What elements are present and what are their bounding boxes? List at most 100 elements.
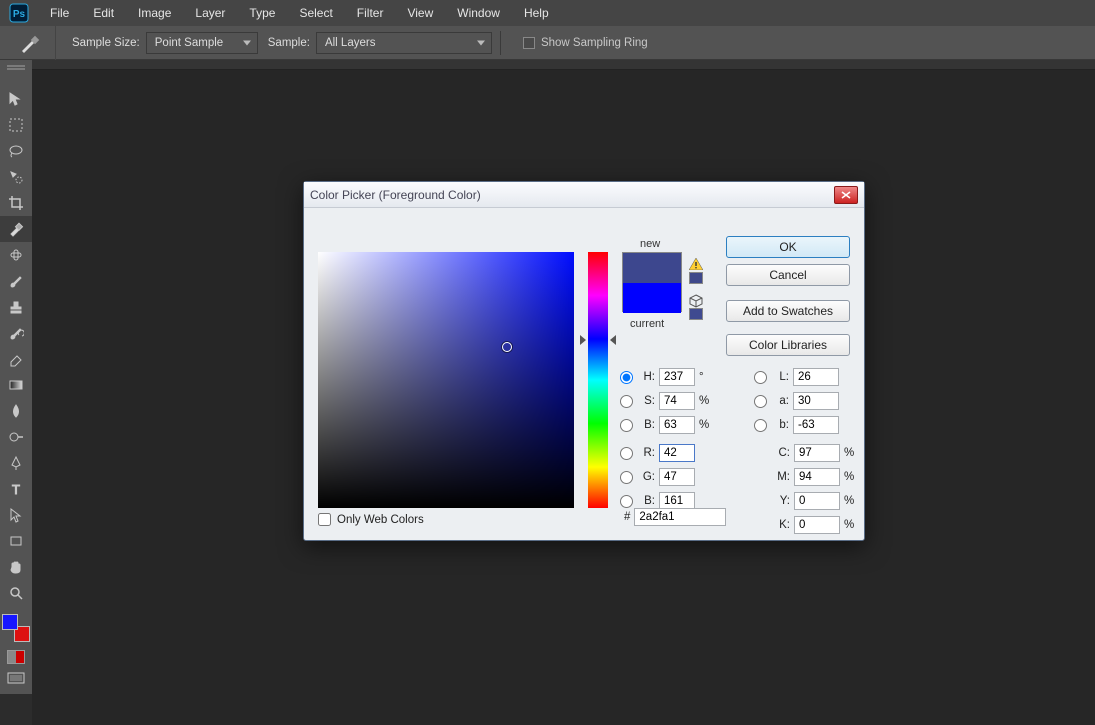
gamut-warning-icon[interactable] xyxy=(689,258,703,270)
menu-file[interactable]: File xyxy=(38,0,81,26)
r-input[interactable] xyxy=(659,444,695,462)
menu-window[interactable]: Window xyxy=(445,0,512,26)
c-input[interactable] xyxy=(794,444,840,462)
ok-button[interactable]: OK xyxy=(726,236,850,258)
current-color-label: current xyxy=(630,318,664,330)
hue-slider[interactable] xyxy=(588,252,608,508)
sample-dropdown[interactable]: All Layers xyxy=(316,32,492,54)
b-radio[interactable] xyxy=(754,419,767,432)
bv-input[interactable] xyxy=(659,416,695,434)
h-radio[interactable] xyxy=(620,371,633,384)
menubar[interactable]: Ps File Edit Image Layer Type Select Fil… xyxy=(0,0,1095,26)
eraser-tool[interactable] xyxy=(0,346,32,372)
foreground-swatch[interactable] xyxy=(2,614,18,630)
menu-type[interactable]: Type xyxy=(237,0,287,26)
g-radio[interactable] xyxy=(620,471,633,484)
color-picker-dialog: Color Picker (Foreground Color) new curr… xyxy=(303,181,865,541)
sample-size-dropdown[interactable]: Point Sample xyxy=(146,32,258,54)
b-label: b: xyxy=(771,419,789,431)
svg-text:T: T xyxy=(12,482,20,497)
add-swatch-button[interactable]: Add to Swatches xyxy=(726,300,850,322)
current-tool-icon[interactable] xyxy=(4,26,56,60)
menu-edit[interactable]: Edit xyxy=(81,0,126,26)
a-radio[interactable] xyxy=(754,395,767,408)
k-unit: % xyxy=(844,519,860,531)
dialog-titlebar[interactable]: Color Picker (Foreground Color) xyxy=(304,182,864,208)
only-web-colors-check[interactable]: Only Web Colors xyxy=(318,513,424,526)
m-input[interactable] xyxy=(794,468,840,486)
menu-select[interactable]: Select xyxy=(287,0,344,26)
b-input[interactable] xyxy=(793,416,839,434)
saturation-value-field[interactable] xyxy=(318,252,574,508)
c-unit: % xyxy=(844,447,860,459)
options-divider xyxy=(500,31,501,55)
quick-mask-toggle[interactable] xyxy=(0,646,32,668)
a-input[interactable] xyxy=(793,392,839,410)
hand-tool[interactable] xyxy=(0,554,32,580)
websafe-swatch[interactable] xyxy=(689,308,703,320)
c-row: C: % xyxy=(772,444,860,462)
bv-radio[interactable] xyxy=(620,419,633,432)
path-select-tool[interactable] xyxy=(0,502,32,528)
menu-view[interactable]: View xyxy=(395,0,445,26)
l-radio[interactable] xyxy=(754,371,767,384)
h-input[interactable] xyxy=(659,368,695,386)
marquee-tool[interactable] xyxy=(0,112,32,138)
preview-current[interactable] xyxy=(623,283,681,313)
y-input[interactable] xyxy=(794,492,840,510)
quick-select-tool[interactable] xyxy=(0,164,32,190)
lasso-tool[interactable] xyxy=(0,138,32,164)
blur-tool[interactable] xyxy=(0,398,32,424)
toolbox-grip[interactable] xyxy=(0,60,32,72)
r-row: R: xyxy=(620,444,715,462)
menu-help[interactable]: Help xyxy=(512,0,561,26)
shape-tool[interactable] xyxy=(0,528,32,554)
m-row: M: % xyxy=(772,468,860,486)
history-brush-tool[interactable] xyxy=(0,320,32,346)
sample-size-label: Sample Size: xyxy=(72,37,140,49)
k-label: K: xyxy=(772,519,790,531)
color-swatches[interactable] xyxy=(2,614,30,642)
websafe-warning-icon[interactable] xyxy=(688,294,704,308)
screen-mode-button[interactable] xyxy=(0,668,32,694)
cancel-button[interactable]: Cancel xyxy=(726,264,850,286)
stamp-tool[interactable] xyxy=(0,294,32,320)
gradient-tool[interactable] xyxy=(0,372,32,398)
zoom-tool[interactable] xyxy=(0,580,32,606)
gamut-clip-swatch[interactable] xyxy=(689,272,703,284)
color-libraries-button[interactable]: Color Libraries xyxy=(726,334,850,356)
move-tool[interactable] xyxy=(0,86,32,112)
g-label: G: xyxy=(637,471,655,483)
menu-image[interactable]: Image xyxy=(126,0,183,26)
y-row: Y: % xyxy=(772,492,860,510)
eyedropper-tool[interactable] xyxy=(0,216,32,242)
hash-label: # xyxy=(624,511,630,523)
r-label: R: xyxy=(637,447,655,459)
menu-filter[interactable]: Filter xyxy=(345,0,396,26)
dialog-title: Color Picker (Foreground Color) xyxy=(310,188,481,202)
k-input[interactable] xyxy=(794,516,840,534)
l-label: L: xyxy=(771,371,789,383)
close-button[interactable] xyxy=(834,186,858,204)
r-radio[interactable] xyxy=(620,447,633,460)
document-tab-strip xyxy=(0,60,1095,70)
l-input[interactable] xyxy=(793,368,839,386)
only-web-colors-label: Only Web Colors xyxy=(337,514,424,526)
bb-radio[interactable] xyxy=(620,495,633,508)
s-radio[interactable] xyxy=(620,395,633,408)
brush-tool[interactable] xyxy=(0,268,32,294)
hex-input[interactable] xyxy=(634,508,726,526)
g-input[interactable] xyxy=(659,468,695,486)
type-tool[interactable]: T xyxy=(0,476,32,502)
pen-tool[interactable] xyxy=(0,450,32,476)
menu-layer[interactable]: Layer xyxy=(183,0,237,26)
dodge-tool[interactable] xyxy=(0,424,32,450)
healing-tool[interactable] xyxy=(0,242,32,268)
color-preview xyxy=(622,252,682,312)
show-sampling-ring-check[interactable]: Show Sampling Ring xyxy=(523,37,648,49)
s-input[interactable] xyxy=(659,392,695,410)
only-web-colors-checkbox[interactable] xyxy=(318,513,331,526)
m-label: M: xyxy=(772,471,790,483)
preview-new[interactable] xyxy=(623,253,681,283)
crop-tool[interactable] xyxy=(0,190,32,216)
